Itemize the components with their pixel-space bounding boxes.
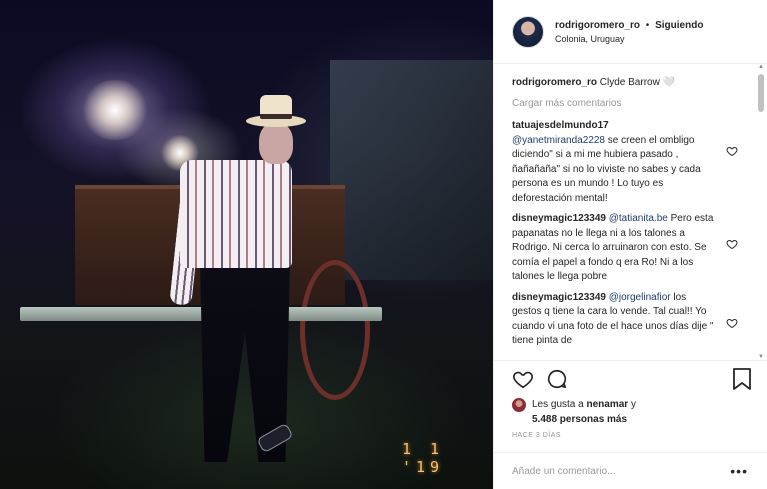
heart-icon[interactable] (726, 145, 738, 157)
scrollbar-thumb[interactable] (758, 74, 764, 112)
heart-icon[interactable] (726, 238, 738, 250)
bookmark-icon[interactable] (732, 368, 752, 390)
more-options-button[interactable]: ••• (730, 463, 748, 479)
likes-text: Les gusta a nenamar y 5.488 personas más (532, 397, 636, 427)
stone-wall (330, 60, 493, 280)
load-more-comments-button[interactable]: Cargar más comentarios (512, 98, 738, 109)
caption-text: Clyde Barrow 🤍 (599, 77, 676, 88)
post-side-panel: rodrigoromero_ro • Siguiendo Colonia, Ur… (493, 0, 767, 489)
person-shirt (180, 160, 292, 268)
following-button[interactable]: Siguiendo (655, 20, 703, 31)
likes-connector: y (630, 399, 636, 410)
post-caption: rodrigoromero_ro Clyde Barrow 🤍 (512, 76, 738, 90)
scroll-up-icon[interactable]: ▲ (758, 64, 764, 70)
lamp-light (80, 80, 150, 140)
likes-first-user[interactable]: nenamar (587, 399, 629, 410)
avatar[interactable] (512, 398, 526, 412)
comments-scrollbar[interactable]: ▲ ▼ (756, 64, 766, 360)
add-comment-bar: ••• (494, 452, 767, 489)
comment-item: disneymagic123349 @jorgelinafior los ges… (512, 291, 738, 349)
post-timestamp[interactable]: HACE 3 DÍAS (512, 432, 561, 439)
comment-username[interactable]: tatuajesdelmundo17 (512, 119, 716, 134)
photo-date-stamp: 1 1 '19 (402, 440, 445, 476)
separator-dot: • (645, 19, 650, 31)
post-header: rodrigoromero_ro • Siguiendo Colonia, Ur… (494, 0, 767, 64)
person-hat (246, 95, 306, 129)
likes-prefix: Les gusta a (532, 399, 584, 410)
comment-mention[interactable]: @tatianita.be (609, 213, 668, 224)
cart-plank (20, 307, 382, 321)
likes-count[interactable]: 5.488 personas más (532, 414, 627, 425)
comment-item: disneymagic123349 @tatianita.be Pero est… (512, 212, 738, 285)
comments-list[interactable]: rodrigoromero_ro Clyde Barrow 🤍 Cargar m… (494, 64, 756, 360)
comment-input[interactable] (512, 465, 722, 477)
likes-summary: Les gusta a nenamar y 5.488 personas más (512, 397, 636, 427)
post-actions-bar (494, 360, 767, 396)
post-username[interactable]: rodrigoromero_ro (555, 20, 640, 31)
cart-wheel (300, 260, 370, 400)
avatar[interactable] (512, 15, 544, 48)
comment-icon[interactable] (546, 368, 568, 390)
comment-item: tatuajesdelmundo17 @yanetmiranda2228 se … (512, 119, 738, 206)
comment-username[interactable]: disneymagic123349 (512, 213, 606, 224)
heart-icon[interactable] (512, 368, 534, 390)
caption-username[interactable]: rodrigoromero_ro (512, 77, 597, 88)
post-location[interactable]: Colonia, Uruguay (555, 34, 703, 44)
post-photo[interactable]: 1 1 '19 (0, 0, 493, 489)
comment-username[interactable]: disneymagic123349 (512, 292, 606, 303)
comment-mention[interactable]: @jorgelinafior (609, 292, 671, 303)
comment-mention[interactable]: @yanetmiranda2228 (512, 135, 605, 146)
heart-icon[interactable] (726, 317, 738, 329)
